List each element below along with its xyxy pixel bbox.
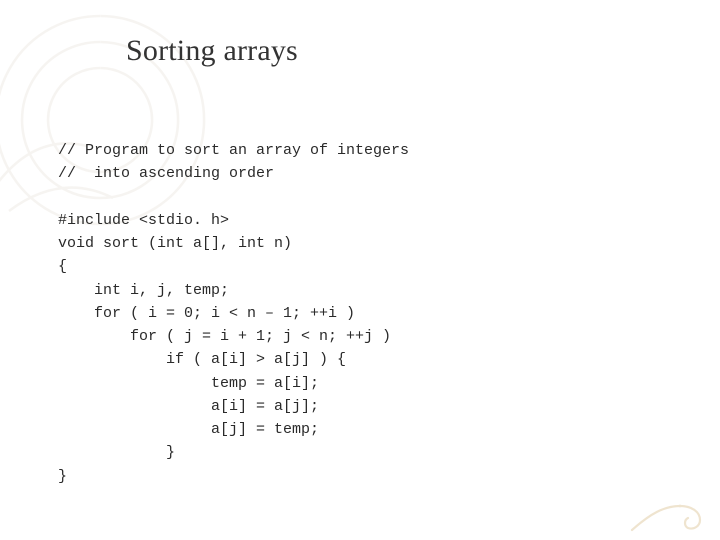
- slide-title: Sorting arrays: [126, 34, 298, 68]
- corner-curl-icon: [630, 484, 710, 534]
- code-block: // Program to sort an array of integers …: [58, 139, 409, 488]
